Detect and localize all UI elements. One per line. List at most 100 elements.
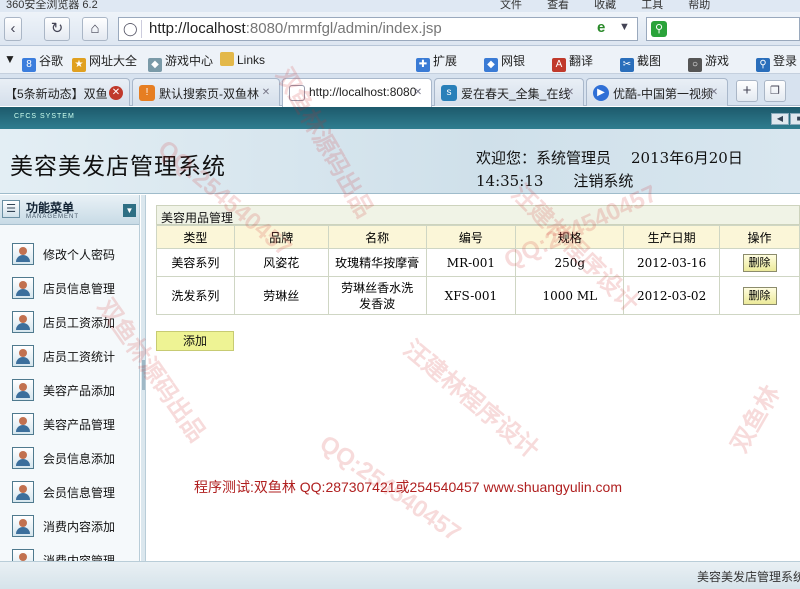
youku-play-icon: ▶ [593, 85, 609, 101]
sidebar-item-change-password[interactable]: 修改个人密码 [0, 236, 139, 270]
controller-icon: ○ [688, 58, 702, 72]
bookmark-google[interactable]: 8 谷歌 [22, 52, 63, 72]
cell-code: MR-001 [425, 248, 517, 277]
extensions-button[interactable]: ✚ 扩展 [416, 52, 457, 72]
tab-weibo[interactable]: 【5条新动态】双鱼 ✕ [0, 78, 130, 106]
sidebar-item-product-manage[interactable]: 美容产品管理 [0, 406, 139, 440]
cell-type: 美容系列 [156, 248, 235, 277]
bookmark-menu-chevron-icon[interactable]: ▼ [4, 52, 16, 66]
system-title: 美容美发店管理系统 [10, 154, 226, 180]
table-row: 洗发系列 劳琳丝 劳琳丝香水洗发香波 XFS-001 1000 ML 2012-… [156, 276, 800, 315]
table-header-row: 类型 品牌 名称 编号 规格 生产日期 操作 [156, 225, 800, 249]
cell-spec: 250g [515, 248, 625, 277]
column-header-brand: 品牌 [233, 225, 329, 249]
cell-name: 玫瑰精华按摩膏 [327, 248, 427, 277]
column-header-spec: 规格 [515, 225, 625, 249]
browser-menu-bar[interactable]: 文件 查看 收藏 工具 帮助 [500, 0, 710, 12]
tab-localhost-active[interactable]: http://localhost:8080 ✕ [282, 78, 432, 107]
home-icon[interactable]: ⌂ [82, 17, 108, 41]
collapse-menu-icon[interactable]: ▼ [123, 204, 136, 217]
menu-favorites[interactable]: 收藏 [594, 0, 616, 11]
menu-book-icon: ☰ [2, 200, 20, 218]
bookmark-links[interactable]: Links [220, 52, 265, 67]
column-header-action: 操作 [719, 225, 800, 249]
tab-default-search[interactable]: ! 默认搜索页-双鱼林 ✕ [132, 78, 280, 106]
sidebar-item-product-add[interactable]: 美容产品添加 [0, 372, 139, 406]
column-header-date: 生产日期 [623, 225, 721, 249]
sidebar-item-member-add[interactable]: 会员信息添加 [0, 440, 139, 474]
delete-button[interactable]: 删除 [742, 286, 777, 305]
app-top-strip: CFCS SYSTEM ◀ ■ [0, 107, 800, 129]
time-line: 14:35:13 注销系统 [476, 170, 633, 191]
welcome-line: 欢迎您：系统管理员 2013年6月20日 [476, 147, 743, 168]
cell-action: 删除 [719, 276, 800, 315]
refresh-icon[interactable]: ↻ [44, 17, 70, 41]
search-engine-icon[interactable]: ⚲ [651, 21, 667, 37]
footer-text: 美容美发店管理系统 [697, 570, 800, 584]
back-arrow-icon[interactable]: ‹ [4, 17, 22, 41]
column-header-name: 名称 [327, 225, 427, 249]
tab-sohu-video[interactable]: s 爱在春天_全集_在线 ✕ [434, 78, 584, 106]
sidebar-item-staff-manage[interactable]: 店员信息管理 [0, 270, 139, 304]
menu-tools[interactable]: 工具 [641, 0, 663, 11]
sidebar-item-salary-stats[interactable]: 店员工资统计 [0, 338, 139, 372]
delete-button[interactable]: 删除 [742, 253, 777, 272]
table-row: 美容系列 风姿花 玫瑰精华按摩膏 MR-001 250g 2012-03-16 … [156, 248, 800, 277]
close-icon[interactable]: ✕ [109, 86, 123, 100]
security-shield-icon[interactable]: ◯ [123, 21, 138, 37]
game-icon: ◆ [148, 58, 162, 72]
sidebar-item-salary-add[interactable]: 店员工资添加 [0, 304, 139, 338]
close-icon[interactable]: ✕ [563, 86, 577, 100]
url-text[interactable]: http://localhost:8080/mrmfgl/admin/index… [149, 20, 442, 37]
chevron-down-icon[interactable]: ▼ [619, 21, 630, 33]
cell-name: 劳琳丝香水洗发香波 [327, 276, 427, 315]
sidebar-item-consume-manage[interactable]: 消费内容管理 [0, 542, 139, 561]
games-button[interactable]: ○ 游戏 [688, 52, 729, 72]
ie-engine-icon[interactable]: e [597, 19, 605, 36]
cell-type: 洗发系列 [156, 276, 235, 315]
splitter-grip[interactable] [142, 360, 145, 390]
column-header-type: 类型 [156, 225, 235, 249]
tab-youku[interactable]: ▶ 优酷-中国第一视频 ✕ [586, 78, 728, 106]
user-icon [12, 379, 34, 401]
add-button[interactable]: 添加 [156, 331, 234, 351]
screenshot-button[interactable]: ✂ 截图 [620, 52, 661, 72]
search-page-icon: ! [139, 85, 155, 101]
close-icon[interactable]: ✕ [707, 86, 721, 100]
user-icon [12, 481, 34, 503]
search-input[interactable]: ⚲ [646, 17, 800, 41]
star-icon: ★ [72, 58, 86, 72]
translate-button[interactable]: A 翻译 [552, 52, 593, 72]
logout-link[interactable]: 注销系统 [573, 172, 633, 190]
current-time: 14:35:13 [476, 172, 544, 190]
restore-window-icon[interactable]: ❐ [764, 80, 786, 102]
online-bank-button[interactable]: ◆ 网银 [484, 52, 525, 72]
close-icon[interactable]: ✕ [259, 86, 273, 100]
menu-view[interactable]: 查看 [547, 0, 569, 11]
browser-title-bar: 360安全浏览器 6.2 文件 查看 收藏 工具 帮助 [0, 0, 800, 12]
user-icon [12, 413, 34, 435]
sidebar-item-consume-add[interactable]: 消费内容添加 [0, 508, 139, 542]
login-button[interactable]: ⚲ 登录 [756, 52, 797, 72]
collapse-left-icon[interactable]: ◀ [771, 113, 789, 125]
column-header-code: 编号 [425, 225, 517, 249]
panel-title-bar: 美容用品管理 [156, 205, 800, 225]
menu-help[interactable]: 帮助 [688, 0, 710, 11]
cell-brand: 劳琳丝 [233, 276, 329, 315]
menu-file[interactable]: 文件 [500, 0, 522, 11]
address-bar[interactable]: ◯ http://localhost:8080/mrmfgl/admin/ind… [118, 17, 638, 41]
app-header: 美容美发店管理系统 欢迎您：系统管理员 2013年6月20日 14:35:13 注销… [0, 129, 800, 194]
new-tab-plus-icon[interactable]: + [736, 80, 758, 102]
cell-action: 删除 [719, 248, 800, 277]
expand-icon[interactable]: ■ [790, 113, 800, 125]
google-icon: 8 [22, 58, 36, 72]
sidebar-item-member-manage[interactable]: 会员信息管理 [0, 474, 139, 508]
close-icon[interactable]: ✕ [411, 86, 425, 100]
user-icon [12, 277, 34, 299]
status-footer: 美容美发店管理系统 [0, 561, 800, 589]
bank-icon: ◆ [484, 58, 498, 72]
bookmark-url-directory[interactable]: ★ 网址大全 [72, 52, 137, 72]
sidebar-subtitle: MANAGEMENT [26, 214, 80, 220]
bookmark-game-center[interactable]: ◆ 游戏中心 [148, 52, 213, 72]
welcome-text: 欢迎您：系统管理员 [476, 149, 612, 167]
